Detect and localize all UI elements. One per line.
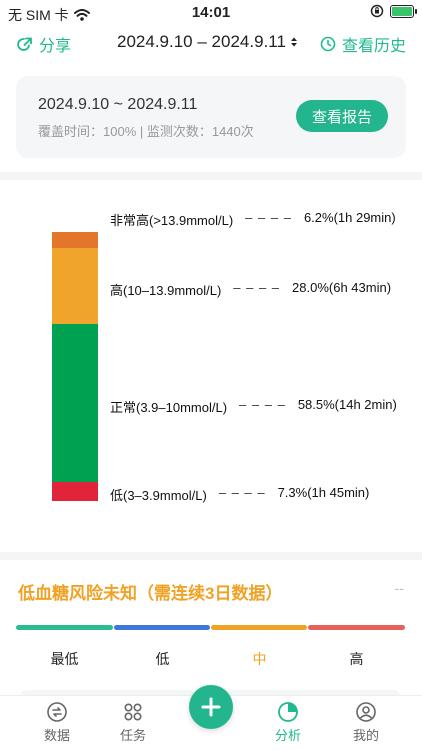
tab-analysis[interactable]: 分析 (258, 701, 318, 744)
risk-title: 低血糖风险未知（需连续3日数据） (18, 584, 283, 603)
plus-icon (201, 697, 221, 717)
range-label-low: 低(3–3.9mmol/L) – – – – 7.3%(1h 45min) (110, 485, 370, 503)
report-card: 2024.9.10 ~ 2024.9.11 覆盖时间：100% | 监测次数：1… (16, 76, 406, 158)
orientation-lock-icon (370, 4, 384, 18)
tab-bar: 数据 任务 分析 我的 (0, 685, 422, 750)
clock: 14:01 (191, 4, 231, 21)
risk-label-low: 低 (155, 651, 170, 667)
report-meta: 覆盖时间：100% | 监测次数：1440次 (38, 124, 254, 139)
risk-segment-low (114, 625, 210, 630)
status-icons (370, 4, 417, 18)
profile-icon (356, 702, 376, 722)
report-range: 2024.9.10 ~ 2024.9.11 (38, 96, 198, 113)
view-report-button[interactable]: 查看报告 (296, 100, 388, 132)
share-label: 分享 (39, 38, 72, 55)
risk-value: -- (394, 580, 404, 596)
tab-data[interactable]: 数据 (27, 701, 87, 744)
status-bar: 无 SIM 卡 14:01 (0, 0, 422, 26)
range-bar-low (52, 482, 98, 501)
add-record-button[interactable] (189, 685, 233, 729)
range-bar-high (52, 248, 98, 324)
share-icon (17, 37, 32, 51)
range-label-very-high: 非常高(>13.9mmol/L) – – – – 6.2%(1h 29min) (110, 210, 396, 228)
analysis-icon (278, 702, 298, 722)
risk-label-lowest: 最低 (50, 651, 79, 667)
range-label-high: 高(10–13.9mmol/L) – – – – 28.0%(6h 43min) (110, 280, 392, 298)
clock-icon (320, 36, 336, 52)
tab-task[interactable]: 任务 (103, 701, 163, 744)
header: 分享 2024.9.10 – 2024.9.11 查看历史 (0, 28, 422, 60)
range-label-normal: 正常(3.9–10mmol/L) – – – – 58.5%(14h 2min) (110, 397, 397, 415)
risk-label-high: 高 (349, 651, 364, 667)
date-range-label: 2024.9.10 – 2024.9.11 (117, 32, 286, 51)
section-divider (0, 552, 422, 560)
data-icon (47, 702, 67, 722)
share-button[interactable]: 分享 (16, 32, 71, 56)
view-history-label: 查看历史 (341, 38, 406, 55)
date-range-selector[interactable]: 2024.9.10 – 2024.9.11 (117, 32, 298, 52)
risk-segment-lowest (16, 625, 113, 630)
tab-profile[interactable]: 我的 (336, 701, 396, 744)
sort-arrows-icon (290, 37, 297, 47)
risk-label-medium: 中 (252, 651, 267, 667)
risk-segment-high (308, 625, 405, 630)
view-history-button[interactable]: 查看历史 (320, 32, 406, 56)
battery-icon (390, 4, 417, 18)
risk-segment-medium (211, 625, 307, 630)
glucose-distribution: 非常高(>13.9mmol/L) – – – – 6.2%(1h 29min) … (0, 176, 422, 554)
range-bar-very-high (52, 232, 98, 248)
task-icon (124, 703, 142, 721)
range-bar-normal (52, 324, 98, 482)
